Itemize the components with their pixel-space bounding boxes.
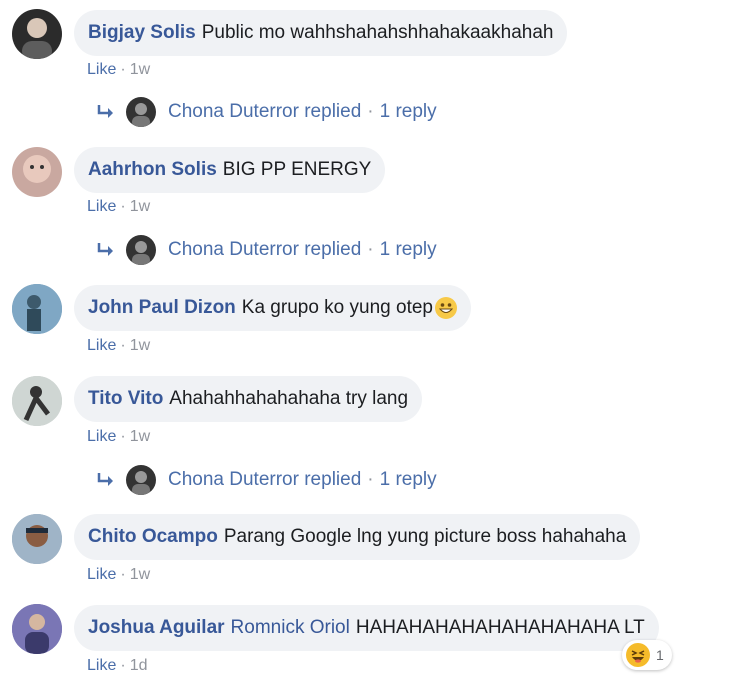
comment-author[interactable]: Joshua Aguilar xyxy=(88,617,225,639)
comment-author[interactable]: Aahrhon Solis xyxy=(88,159,217,181)
replies-link[interactable]: Chona Duterror replied · 1 reply xyxy=(96,235,437,265)
avatar[interactable] xyxy=(12,514,62,564)
comment-bubble: Joshua Aguilar Romnick Oriol HAHAHAHAHAH… xyxy=(74,605,659,651)
comment-text: Ka grupo ko yung otep xyxy=(241,297,433,318)
comment-text: HAHAHAHAHAHAHAHAHAHA LT xyxy=(355,617,645,638)
avatar[interactable] xyxy=(12,376,62,426)
comment-actions: Like · 1d xyxy=(87,657,148,674)
comment-bubble: John Paul Dizon Ka grupo ko yung otep xyxy=(74,285,471,331)
replies-link[interactable]: Chona Duterror replied · 1 reply xyxy=(96,97,437,127)
comment-author[interactable]: Bigjay Solis xyxy=(88,22,196,44)
comment-timestamp[interactable]: 1w xyxy=(130,337,150,354)
like-button[interactable]: Like xyxy=(87,657,116,674)
reaction-count: 1 xyxy=(656,647,664,663)
comment-timestamp[interactable]: 1w xyxy=(130,428,150,445)
comment-author[interactable]: Chito Ocampo xyxy=(88,526,218,548)
comment-text: Ahahahhahahahaha try lang xyxy=(169,388,409,409)
mention-link[interactable]: Romnick Oriol xyxy=(231,617,350,639)
replier-name[interactable]: Chona Duterror replied xyxy=(168,239,361,261)
comment-timestamp[interactable]: 1w xyxy=(130,566,150,583)
reply-count[interactable]: 1 reply xyxy=(380,101,437,123)
comment-bubble: Chito Ocampo Parang Google lng yung pict… xyxy=(74,514,641,560)
replier-name[interactable]: Chona Duterror replied xyxy=(168,101,361,123)
like-button[interactable]: Like xyxy=(87,337,116,354)
avatar[interactable] xyxy=(12,604,62,654)
comment-actions: Like · 1w xyxy=(87,337,151,354)
comment-author[interactable]: John Paul Dizon xyxy=(88,297,236,319)
comment-actions: Like · 1w xyxy=(87,566,151,583)
comment-actions: Like · 1w xyxy=(87,198,151,215)
like-button[interactable]: Like xyxy=(87,428,116,445)
comment-actions: Like · 1w xyxy=(87,61,151,78)
like-button[interactable]: Like xyxy=(87,566,116,583)
avatar[interactable] xyxy=(12,284,62,334)
haha-reaction-icon xyxy=(626,643,650,667)
replier-avatar xyxy=(126,235,156,265)
reply-count[interactable]: 1 reply xyxy=(380,239,437,261)
comment-bubble: Tito Vito Ahahahhahahahaha try lang xyxy=(74,376,423,422)
comment-timestamp[interactable]: 1w xyxy=(130,61,150,78)
reply-arrow-icon xyxy=(97,243,113,256)
comment-timestamp[interactable]: 1w xyxy=(130,198,150,215)
comment-author[interactable]: Tito Vito xyxy=(88,388,163,410)
like-button[interactable]: Like xyxy=(87,61,116,78)
reaction-badge[interactable]: 1 xyxy=(622,640,672,670)
comment-bubble: Aahrhon Solis BIG PP ENERGY xyxy=(74,147,386,193)
like-button[interactable]: Like xyxy=(87,198,116,215)
grinning-emoji-icon xyxy=(434,297,457,319)
comment-actions: Like · 1w xyxy=(87,428,151,445)
reply-arrow-icon xyxy=(97,473,113,486)
reply-arrow-icon xyxy=(97,105,113,118)
reply-count[interactable]: 1 reply xyxy=(380,469,437,491)
comment-text: BIG PP ENERGY xyxy=(222,159,372,180)
replies-link[interactable]: Chona Duterror replied · 1 reply xyxy=(96,465,437,495)
replier-avatar xyxy=(126,97,156,127)
avatar[interactable] xyxy=(12,147,62,197)
comment-text: Parang Google lng yung picture boss haha… xyxy=(223,526,627,547)
comment-text: Public mo wahhshahahshhahakaakhahah xyxy=(201,22,554,43)
replier-name[interactable]: Chona Duterror replied xyxy=(168,469,361,491)
avatar[interactable] xyxy=(12,9,62,59)
comment-bubble: Bigjay Solis Public mo wahhshahahshhahak… xyxy=(74,10,568,56)
replier-avatar xyxy=(126,465,156,495)
comment-timestamp[interactable]: 1d xyxy=(130,657,148,674)
